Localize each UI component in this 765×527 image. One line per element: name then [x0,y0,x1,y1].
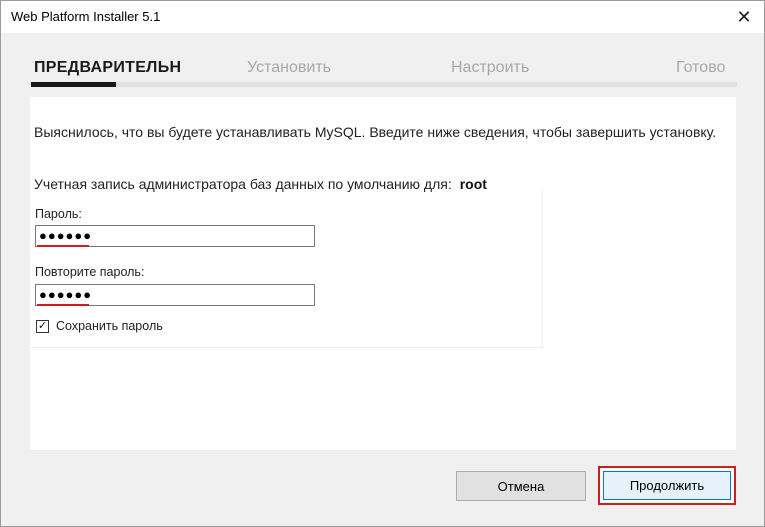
confirm-spellcheck-underline [37,304,89,306]
step-install: Установить [247,59,331,76]
password-field[interactable]: ●●●●●● [35,225,315,247]
cancel-button[interactable]: Отмена [456,471,586,501]
step-prerequisites: ПРЕДВАРИТЕЛЬН [34,59,182,76]
checkmark-icon: ✓ [37,319,48,332]
installer-window: Web Platform Installer 5.1 ✕ ПРЕДВАРИТЕЛ… [0,0,765,527]
confirm-password-label: Повторите пароль: [35,265,145,279]
continue-button[interactable]: Продолжить [598,466,736,505]
progress-fill [31,82,116,87]
continue-button-face: Продолжить [603,471,731,500]
confirm-password-field[interactable]: ●●●●●● [35,284,315,306]
save-password-checkbox[interactable]: ✓ [36,319,49,333]
password-spellcheck-underline [37,245,89,247]
step-configure: Настроить [451,59,530,76]
continue-button-label: Продолжить [629,478,705,493]
wizard-steps: ПРЕДВАРИТЕЛЬН Установить Настроить Готов… [31,53,737,87]
cancel-button-label: Отмена [497,478,545,494]
title-bar: Web Platform Installer 5.1 ✕ [1,1,764,33]
step-finish: Готово [676,59,726,76]
window-title: Web Platform Installer 5.1 [11,9,161,24]
intro-text: Выяснилось, что вы будете устанавливать … [34,124,717,140]
content-panel: Выяснилось, что вы будете устанавливать … [30,97,736,450]
close-icon[interactable]: ✕ [724,1,764,33]
save-password-label: Сохранить пароль [56,319,163,333]
save-password-row[interactable]: ✓ Сохранить пароль [36,319,163,333]
password-label: Пароль: [35,207,82,221]
progress-track [31,82,737,87]
